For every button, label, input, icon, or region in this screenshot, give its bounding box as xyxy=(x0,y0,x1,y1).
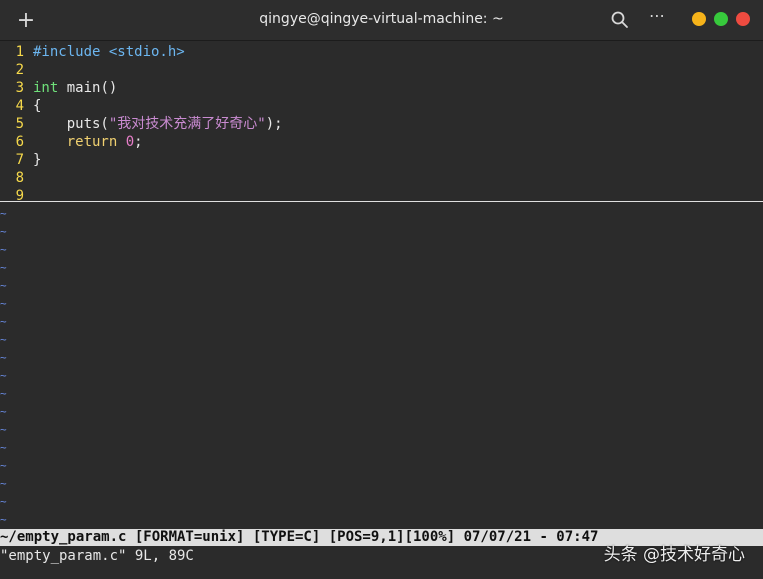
code-line[interactable]: 5 puts("我对技术充满了好奇心"); xyxy=(0,115,763,133)
code-token: ; xyxy=(134,134,143,150)
empty-line-marker: ~ xyxy=(0,441,7,454)
empty-line-marker: ~ xyxy=(0,477,7,490)
empty-line-marker: ~ xyxy=(0,351,7,364)
code-token: ); xyxy=(265,116,283,132)
menu-button[interactable]: ⋯ xyxy=(646,6,668,30)
empty-line-marker: ~ xyxy=(0,405,7,418)
line-number: 9 xyxy=(15,188,24,204)
line-code: { xyxy=(24,97,41,115)
line-code: return 0; xyxy=(24,133,143,151)
line-code: } xyxy=(24,151,41,169)
close-button[interactable] xyxy=(736,12,750,26)
code-line[interactable]: 4{ xyxy=(0,97,763,115)
watermark: 头条 @技术好奇心 xyxy=(603,545,745,565)
line-number: 1 xyxy=(15,44,24,60)
empty-line-marker: ~ xyxy=(0,495,7,508)
empty-line-marker: ~ xyxy=(0,369,7,382)
line-number: 7 xyxy=(15,152,24,168)
line-number: 5 xyxy=(15,116,24,132)
minimize-button[interactable] xyxy=(692,12,706,26)
search-icon xyxy=(611,11,628,28)
code-line[interactable]: 3 int main() xyxy=(0,79,763,97)
line-number: 8 xyxy=(15,170,24,186)
line-number: 4 xyxy=(15,98,24,114)
code-line[interactable]: 7} xyxy=(0,151,763,169)
empty-line-marker: ~ xyxy=(0,261,7,274)
line-number: 3 xyxy=(15,80,24,96)
code-token: { xyxy=(33,98,42,114)
empty-line-marker: ~ xyxy=(0,387,7,400)
line-number: 2 xyxy=(15,62,24,78)
empty-line-marker: ~ xyxy=(0,333,7,346)
empty-line-marker: ~ xyxy=(0,207,7,220)
code-token: #include <stdio.h> xyxy=(33,44,185,60)
line-code: #include <stdio.h> xyxy=(24,43,185,61)
code-token: puts( xyxy=(33,116,109,132)
code-token: "我对技术充满了好奇心" xyxy=(108,116,266,132)
line-code: int main() xyxy=(24,79,117,97)
maximize-button[interactable] xyxy=(714,12,728,26)
empty-line-marker: ~ xyxy=(0,423,7,436)
code-token: return xyxy=(66,134,118,150)
code-token: main() xyxy=(58,80,118,96)
code-token: } xyxy=(33,152,42,168)
empty-line-marker: ~ xyxy=(0,513,7,526)
vim-editor[interactable]: 1 #include <stdio.h> 2 3 int main() 4{5 puts(… xyxy=(0,41,763,529)
search-button[interactable] xyxy=(610,10,630,30)
code-token: 0 xyxy=(125,134,135,150)
code-line[interactable]: 1 #include <stdio.h> xyxy=(0,43,763,61)
empty-line-marker: ~ xyxy=(0,297,7,310)
empty-line-marker: ~ xyxy=(0,279,7,292)
code-line[interactable]: 2 xyxy=(0,61,763,79)
cursor-line xyxy=(0,201,763,202)
line-number: 6 xyxy=(15,134,24,150)
code-line[interactable]: 9 xyxy=(0,187,763,205)
line-code: puts("我对技术充满了好奇心"); xyxy=(24,115,283,133)
empty-line-marker: ~ xyxy=(0,225,7,238)
terminal-titlebar: + qingye@qingye-virtual-machine: ~ ⋯ xyxy=(0,0,763,41)
code-line[interactable]: 6 return 0; xyxy=(0,133,763,151)
empty-line-marker: ~ xyxy=(0,315,7,328)
empty-line-marker: ~ xyxy=(0,459,7,472)
code-line[interactable]: 8 xyxy=(0,169,763,187)
empty-line-marker: ~ xyxy=(0,243,7,256)
code-token: int xyxy=(33,80,59,96)
